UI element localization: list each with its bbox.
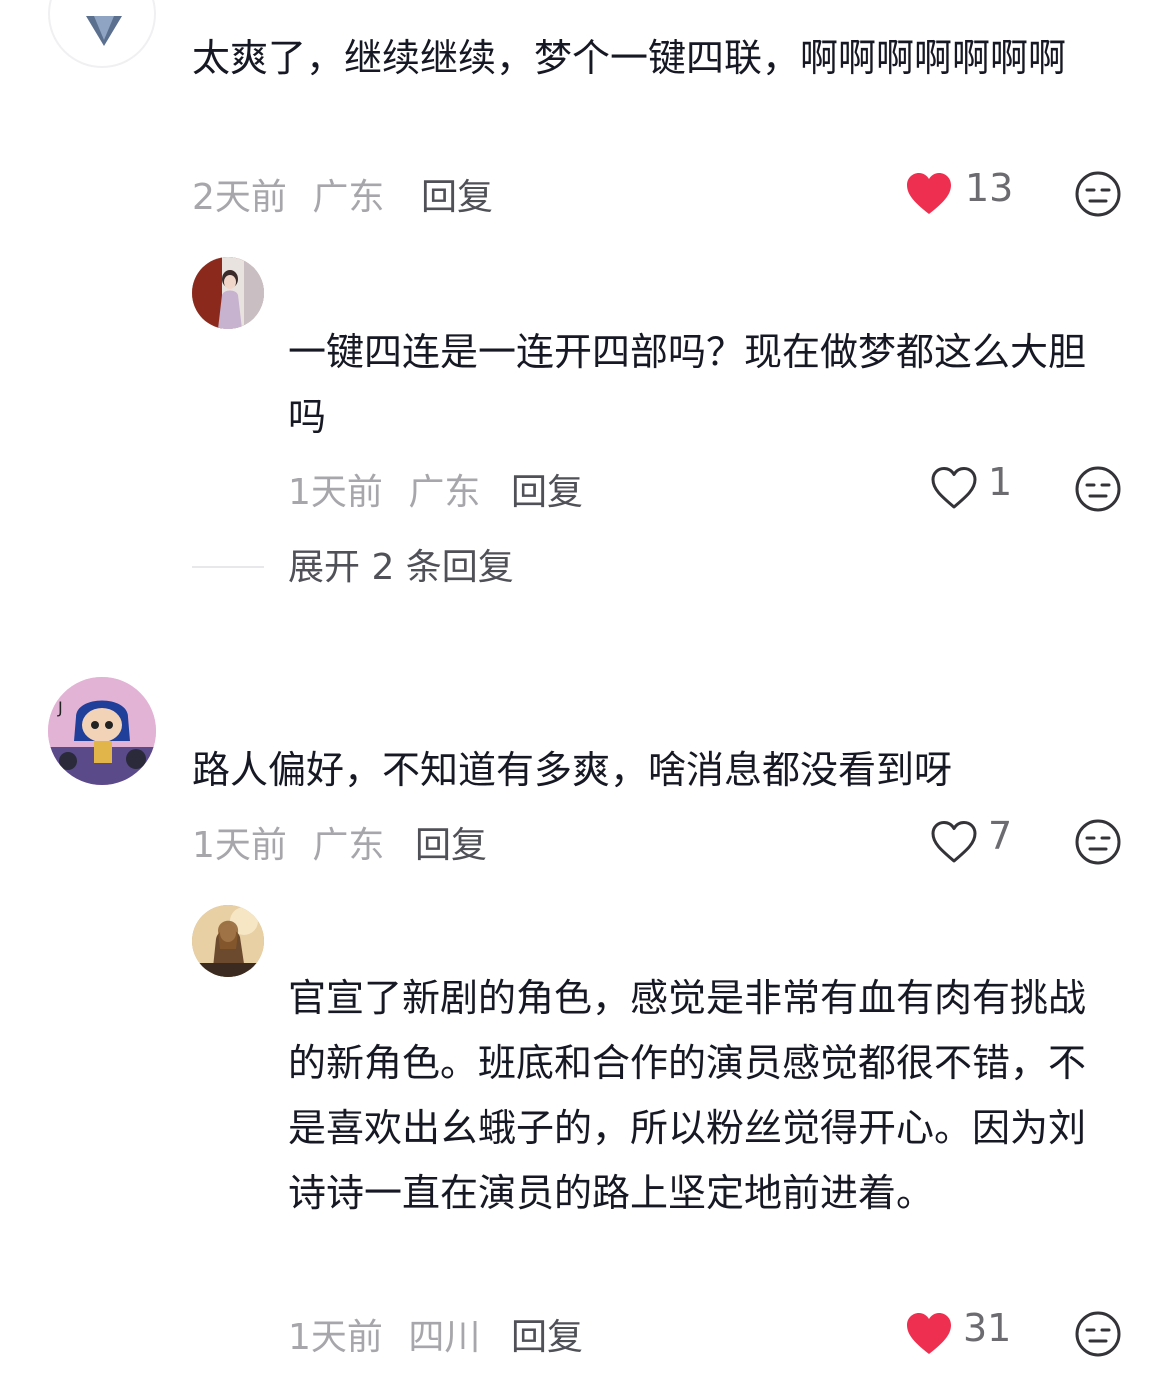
reply-location: 广东 [408, 472, 481, 513]
expand-divider [192, 566, 264, 568]
like-count: 7 [988, 814, 1013, 858]
comment-location: 广东 [312, 177, 385, 218]
diamond-icon [86, 16, 122, 46]
reply-location: 四川 [408, 1317, 481, 1358]
avatar[interactable] [192, 257, 264, 329]
comment-date: 1天前 [192, 825, 287, 866]
reply-text: 一键四连是一连开四部吗？现在做梦都这么大胆吗 [288, 330, 1087, 439]
svg-text:J: J [57, 698, 63, 717]
comment-date: 2天前 [192, 177, 287, 218]
like-count: 13 [965, 166, 1014, 210]
reply-button[interactable]: 回复 [511, 1308, 583, 1360]
comment-text: 路人偏好，不知道有多爽，啥消息都没看到呀 [192, 748, 953, 792]
expand-replies-button[interactable]: 展开 2 条回复 [288, 538, 514, 590]
comment-location: 广东 [312, 825, 385, 866]
like-count: 31 [963, 1306, 1012, 1350]
comment-list: 太爽了，继续继续，梦个一键四联，啊啊啊啊啊啊啊 2天前 广东 回复 13 一键四… [0, 0, 1170, 1385]
like-count: 1 [988, 460, 1013, 504]
avatar-photo [192, 257, 264, 329]
comment-time: 2天前 广东 [192, 168, 384, 220]
reply-date: 1天前 [288, 472, 383, 513]
avatar[interactable]: J [48, 677, 156, 785]
heart-filled-icon[interactable] [905, 1312, 953, 1356]
heart-outline-icon[interactable] [930, 820, 978, 864]
reply-date: 1天前 [288, 1317, 383, 1358]
avatar[interactable] [48, 0, 156, 68]
avatar-illustration [192, 905, 264, 977]
neutral-face-icon[interactable] [1074, 465, 1122, 513]
reply-button[interactable]: 回复 [421, 168, 493, 220]
avatar[interactable] [192, 905, 264, 977]
avatar-cartoon: J [48, 677, 156, 785]
neutral-face-icon[interactable] [1074, 170, 1122, 218]
reply-text: 官宣了新剧的角色，感觉是非常有血有肉有挑战的新角色。班底和合作的演员感觉都很不错… [288, 976, 1087, 1215]
neutral-face-icon[interactable] [1074, 1310, 1122, 1358]
heart-outline-icon[interactable] [930, 466, 978, 510]
comment-time: 1天前 广东 [192, 816, 384, 868]
neutral-face-icon[interactable] [1074, 818, 1122, 866]
reply-time: 1天前 四川 [288, 1308, 480, 1360]
reply-time: 1天前 广东 [288, 463, 480, 515]
heart-filled-icon[interactable] [905, 172, 953, 216]
reply-button[interactable]: 回复 [511, 463, 583, 515]
comment-text: 太爽了，继续继续，梦个一键四联，啊啊啊啊啊啊啊 [192, 36, 1067, 80]
reply-button[interactable]: 回复 [415, 816, 487, 868]
